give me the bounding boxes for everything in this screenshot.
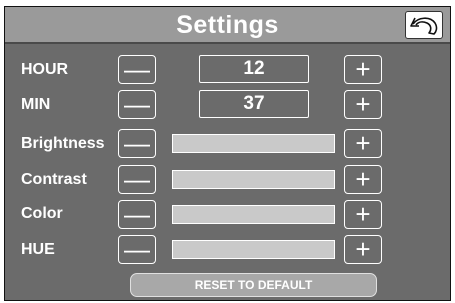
min-increase-button[interactable]: + [344,89,382,119]
contrast-slider[interactable] [172,170,335,189]
min-label: MIN [21,96,51,113]
back-arrow-icon [410,17,438,35]
settings-panel: Settings HOUR — 12 + MIN — 37 + Brightne… [4,6,451,301]
minus-icon: — [124,128,150,158]
plus-icon: + [355,89,371,119]
brightness-slider[interactable] [172,134,335,153]
page-title: Settings [176,11,279,39]
hour-label: HOUR [21,61,69,78]
contrast-increase-button[interactable]: + [344,164,382,194]
plus-icon: + [355,234,371,264]
plus-icon: + [355,128,371,158]
back-button[interactable] [405,11,443,39]
reset-to-default-button[interactable]: RESET TO DEFAULT [130,273,377,297]
hour-increase-button[interactable]: + [344,54,382,84]
color-decrease-button[interactable]: — [118,199,156,229]
brightness-decrease-button[interactable]: — [118,128,156,158]
hue-slider[interactable] [172,240,335,259]
color-slider[interactable] [172,205,335,224]
contrast-decrease-button[interactable]: — [118,164,156,194]
color-label: Color [21,205,63,222]
contrast-label: Contrast [21,171,87,188]
color-increase-button[interactable]: + [344,199,382,229]
minus-icon: — [124,54,150,84]
minus-icon: — [124,89,150,119]
hour-value: 12 [199,55,309,83]
plus-icon: + [355,164,371,194]
brightness-label: Brightness [21,135,105,152]
brightness-increase-button[interactable]: + [344,128,382,158]
min-value: 37 [199,90,309,118]
hour-decrease-button[interactable]: — [118,54,156,84]
minus-icon: — [124,234,150,264]
hue-increase-button[interactable]: + [344,234,382,264]
minus-icon: — [124,199,150,229]
hue-label: HUE [21,241,55,258]
minus-icon: — [124,164,150,194]
min-decrease-button[interactable]: — [118,89,156,119]
header-bar: Settings [5,7,450,44]
plus-icon: + [355,54,371,84]
plus-icon: + [355,199,371,229]
hue-decrease-button[interactable]: — [118,234,156,264]
